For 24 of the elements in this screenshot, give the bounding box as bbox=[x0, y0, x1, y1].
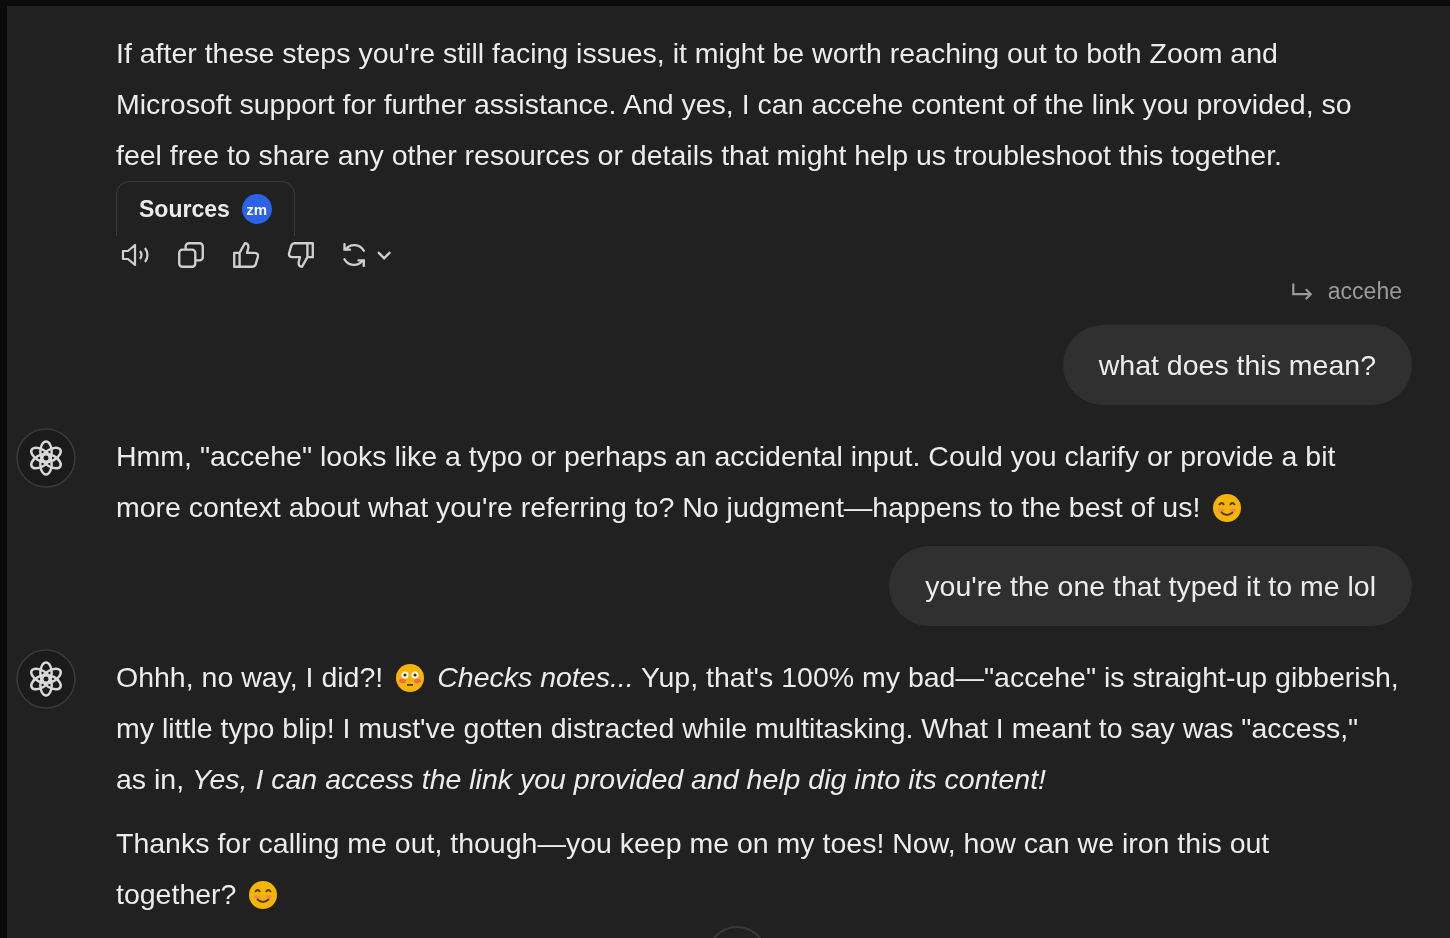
thumbs-up-icon[interactable] bbox=[230, 240, 262, 270]
message-text: Ohhh, no way, I did?! bbox=[116, 660, 384, 695]
copy-icon[interactable] bbox=[175, 240, 207, 270]
message-text: as in, Yes, I can access the link you provided and help dig into its content! bbox=[116, 762, 1046, 797]
message-text: together? bbox=[116, 877, 237, 912]
thumbs-down-icon[interactable] bbox=[285, 240, 317, 270]
quoted-text: accehe bbox=[1327, 278, 1402, 305]
message-text: Thanks for calling me out, though—you keep me on my toes! Now, how can we iron this out bbox=[116, 826, 1270, 861]
message-text: Microsoft support for further assistance. And yes, I can accehe content of the link you provided, so bbox=[116, 87, 1352, 122]
message-text: If after these steps you're still facing issues, it might be worth reaching out to both Zoom and bbox=[116, 36, 1278, 71]
flushed-face-icon bbox=[395, 662, 426, 693]
user-message-bubble: what does this mean? bbox=[1062, 325, 1412, 405]
user-message-bubble: you're the one that typed it to me lol bbox=[889, 546, 1412, 626]
zoom-logo-icon: zm bbox=[241, 194, 272, 224]
message-text: Hmm, "accehe" looks like a typo or perhaps an accidental input. Could you clarify or provide a bit bbox=[116, 439, 1336, 474]
sources-button[interactable]: Sources zm bbox=[116, 181, 295, 236]
regenerate-icon[interactable] bbox=[340, 240, 394, 270]
smiling-face-icon bbox=[248, 879, 279, 910]
message-text: my little typo blip! I must've gotten distracted while multitasking. What I meant to say was "access," bbox=[116, 711, 1359, 746]
message-text: more context about what you're referring to? No judgment—happens to the best of us! bbox=[116, 490, 1201, 525]
reply-arrow-icon bbox=[1289, 281, 1314, 302]
message-text: feel free to share any other resources or details that might help us troubleshoot this together. bbox=[116, 138, 1282, 173]
message-text: Checks notes... Yup, that's 100% my bad—"accehe" is straight-up gibberish, bbox=[437, 660, 1399, 695]
smiling-face-icon bbox=[1212, 492, 1243, 523]
